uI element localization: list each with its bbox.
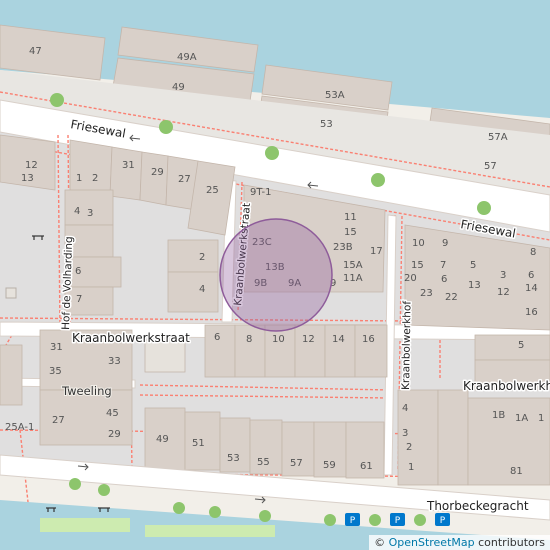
house-number: 2 bbox=[92, 173, 98, 184]
house-number: 16 bbox=[362, 334, 375, 345]
house-number: 5 bbox=[518, 340, 524, 351]
attribution-prefix: © bbox=[374, 536, 389, 549]
house-number: 25A-1 bbox=[5, 422, 34, 433]
house-number: 29 bbox=[151, 167, 164, 178]
house-number: 13 bbox=[21, 173, 34, 184]
house-number: 31 bbox=[50, 342, 63, 353]
house-number: 23 bbox=[420, 288, 433, 299]
house-number: 49A bbox=[177, 52, 197, 63]
house-number: 4 bbox=[199, 284, 205, 295]
house-number: 27 bbox=[52, 415, 65, 426]
attribution-suffix: contributors bbox=[474, 536, 545, 549]
house-number: 1 bbox=[538, 413, 544, 424]
house-number: 6 bbox=[75, 266, 81, 277]
house-number: 61 bbox=[360, 461, 373, 472]
house-number: 7 bbox=[76, 294, 82, 305]
house-number: 10 bbox=[272, 334, 285, 345]
house-number: 9T-1 bbox=[250, 187, 272, 198]
house-number: 57 bbox=[484, 161, 497, 172]
house-number: 6 bbox=[528, 270, 534, 281]
house-number: 11A bbox=[343, 273, 363, 284]
house-number: 12 bbox=[497, 287, 510, 298]
house-number: 53 bbox=[227, 453, 240, 464]
grass-strip bbox=[40, 518, 130, 532]
house-number: 55 bbox=[257, 457, 270, 468]
house-number: 8 bbox=[246, 334, 252, 345]
parking-label: P bbox=[440, 516, 446, 526]
map-attribution: © OpenStreetMap contributors bbox=[369, 535, 550, 550]
house-number: 1 bbox=[408, 462, 414, 473]
street-label-kraanbolwerkhof: Kraanbolwerkhof bbox=[463, 379, 550, 393]
house-number: 10 bbox=[412, 238, 425, 249]
house-number: 4 bbox=[402, 403, 408, 414]
street-label-kraanbolwerkstraat: Kraanbolwerkstraat bbox=[72, 331, 190, 345]
house-number: 16 bbox=[525, 307, 538, 318]
house-number: 3 bbox=[402, 428, 408, 439]
house-number: 15 bbox=[411, 260, 424, 271]
house-number: 7 bbox=[440, 260, 446, 271]
house-number: 3 bbox=[500, 270, 506, 281]
house-number: 33 bbox=[108, 356, 121, 367]
openstreetmap-link[interactable]: OpenStreetMap bbox=[389, 536, 475, 549]
house-number: 25 bbox=[206, 185, 219, 196]
house-number: 29 bbox=[108, 429, 121, 440]
house-number: 53 bbox=[320, 119, 333, 130]
house-number: 8 bbox=[530, 247, 536, 258]
house-number: 23B bbox=[333, 242, 353, 253]
house-number: 22 bbox=[445, 292, 458, 303]
house-number: 53A bbox=[325, 90, 345, 101]
house-number: 14 bbox=[332, 334, 345, 345]
house-number: 81 bbox=[510, 466, 523, 477]
house-number: 1 bbox=[76, 173, 82, 184]
street-label-kraanbolwerkhof: Kraanbolwerkhof bbox=[400, 301, 414, 390]
house-number: 2 bbox=[406, 442, 412, 453]
house-number: 51 bbox=[192, 438, 205, 449]
house-number: 57 bbox=[290, 458, 303, 469]
parking-label: P bbox=[395, 516, 401, 526]
house-number: 15A bbox=[343, 260, 363, 271]
house-number: 6 bbox=[441, 274, 447, 285]
house-number: 13 bbox=[468, 280, 481, 291]
grass-strip-2 bbox=[145, 525, 275, 537]
house-number: 1A bbox=[515, 413, 528, 424]
house-number: 14 bbox=[525, 283, 538, 294]
location-marker-circle bbox=[219, 218, 333, 332]
house-number: 12 bbox=[25, 160, 38, 171]
house-number: 20 bbox=[404, 273, 417, 284]
house-number: 9 bbox=[442, 238, 448, 249]
house-number: 45 bbox=[106, 408, 119, 419]
house-number: 27 bbox=[178, 174, 191, 185]
small-structure bbox=[5, 287, 17, 299]
house-number: 47 bbox=[29, 46, 42, 57]
street-label-thorbeckegracht: Thorbeckegracht bbox=[426, 499, 529, 513]
house-number: 17 bbox=[370, 246, 383, 257]
house-number: 11 bbox=[344, 212, 357, 223]
house-number: 2 bbox=[199, 252, 205, 263]
house-number: 57A bbox=[488, 132, 508, 143]
house-number: 59 bbox=[323, 460, 336, 471]
house-number: 12 bbox=[302, 334, 315, 345]
house-number: 15 bbox=[344, 227, 357, 238]
house-number: 35 bbox=[49, 366, 62, 377]
house-number: 4 bbox=[74, 206, 80, 217]
house-number: 1B bbox=[492, 410, 505, 421]
poi-label-tweeling: Tweeling bbox=[61, 384, 112, 398]
house-number: 5 bbox=[470, 260, 476, 271]
house-number: 3 bbox=[87, 208, 93, 219]
map[interactable]: P P P 47 49A 49 53A 53 57A 57 12 13 31 2… bbox=[0, 0, 550, 550]
house-number: 31 bbox=[122, 160, 135, 171]
house-number: 49 bbox=[156, 434, 169, 445]
map-canvas[interactable]: P P P 47 49A 49 53A 53 57A 57 12 13 31 2… bbox=[0, 0, 550, 550]
house-number: 49 bbox=[172, 82, 185, 93]
house-number: 6 bbox=[214, 332, 220, 343]
parking-label: P bbox=[350, 516, 356, 526]
